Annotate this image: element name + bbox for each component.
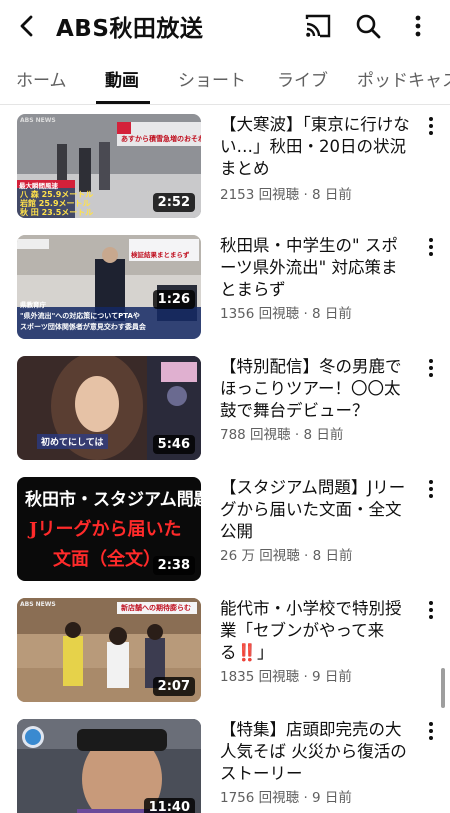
tab-home[interactable]: ホーム bbox=[16, 66, 67, 91]
thumbnail-line: スポーツ団体関係者が意見交わす委員会 bbox=[20, 323, 146, 331]
video-meta: 2153 回視聴 · 8 日前 bbox=[220, 187, 352, 203]
video-item[interactable]: 11:40 【特集】店頭即完売の大人気そば 火災から復活のストーリー 1756 … bbox=[0, 716, 450, 813]
tab-podcasts[interactable]: ポッドキャスト bbox=[357, 66, 450, 91]
more-vert-icon[interactable] bbox=[424, 358, 438, 378]
video-title[interactable]: 【大寒波】「東京に行けない…」秋田・20日の状況まとめ bbox=[220, 114, 410, 180]
tab-live[interactable]: ライブ bbox=[277, 66, 328, 91]
channel-title: ABS秋田放送 bbox=[56, 16, 204, 42]
thumbnail-headline: 文面（全文） bbox=[53, 549, 161, 570]
video-thumbnail[interactable]: 11:40 bbox=[17, 719, 201, 813]
upload-age: 8 日前 bbox=[312, 187, 352, 203]
video-title[interactable]: 【特集】店頭即完売の大人気そば 火災から復活のストーリー bbox=[220, 719, 410, 785]
view-count: 1356 回視聴 bbox=[220, 306, 300, 322]
video-title[interactable]: 【スタジアム問題】Jリーグから届いた文面・全文公開 bbox=[220, 477, 410, 543]
upload-age: 9 日前 bbox=[312, 669, 352, 685]
video-list: ABS NEWS あすから積雪急増のおそれ 最大瞬間風速 八 森 25.9メート… bbox=[0, 105, 450, 813]
video-item[interactable]: ABS NEWS 新店舗への期待膨らむ 2:07 能代市・小学校で特別授業「セブ… bbox=[0, 595, 450, 705]
video-meta: 1356 回視聴 · 8 日前 bbox=[220, 306, 352, 322]
video-duration: 2:07 bbox=[152, 677, 195, 696]
scrollbar-thumb[interactable] bbox=[441, 668, 445, 708]
more-vert-icon[interactable] bbox=[408, 12, 428, 40]
view-count: 2153 回視聴 bbox=[220, 187, 300, 203]
video-thumbnail[interactable]: 県教育庁 検証結果まとまらず "県外流出"への対応策についてPTAや スポーツ団… bbox=[17, 235, 201, 339]
view-count: 788 回視聴 bbox=[220, 427, 291, 443]
view-count: 1756 回視聴 bbox=[220, 790, 300, 806]
channel-tabs: ホーム 動画 ショート ライブ ポッドキャスト bbox=[0, 58, 450, 105]
app-bar: ABS秋田放送 bbox=[0, 0, 450, 52]
video-item[interactable]: ABS NEWS あすから積雪急増のおそれ 最大瞬間風速 八 森 25.9メート… bbox=[0, 111, 450, 221]
back-arrow-icon[interactable] bbox=[14, 12, 42, 40]
more-vert-icon[interactable] bbox=[424, 600, 438, 620]
video-thumbnail[interactable]: ABS NEWS 新店舗への期待膨らむ 2:07 bbox=[17, 598, 201, 702]
video-duration: 5:46 bbox=[152, 435, 195, 454]
video-duration: 2:38 bbox=[152, 556, 195, 575]
video-meta: 1835 回視聴 · 9 日前 bbox=[220, 669, 352, 685]
search-icon[interactable] bbox=[354, 12, 382, 40]
more-vert-icon[interactable] bbox=[424, 116, 438, 136]
upload-age: 8 日前 bbox=[312, 548, 353, 564]
upload-age: 8 日前 bbox=[303, 427, 344, 443]
video-title[interactable]: 能代市・小学校で特別授業「セブンがやって来る‼️」 bbox=[220, 598, 410, 664]
news-logo: ABS NEWS bbox=[20, 117, 56, 124]
thumbnail-caption: 検証結果まとまらず bbox=[131, 251, 190, 259]
thumbnail-caption: あすから積雪急増のおそれ bbox=[121, 135, 201, 143]
upload-age: 8 日前 bbox=[312, 306, 352, 322]
video-duration: 2:52 bbox=[152, 193, 195, 212]
thumbnail-headline: Jリーグから届いた bbox=[29, 519, 182, 540]
video-title[interactable]: 【特別配信】冬の男鹿でほっこりツアー！〇〇太鼓で舞台デビュー？ bbox=[220, 356, 410, 422]
more-vert-icon[interactable] bbox=[424, 479, 438, 499]
video-item[interactable]: 県教育庁 検証結果まとまらず "県外流出"への対応策についてPTAや スポーツ団… bbox=[0, 232, 450, 342]
video-meta: 1756 回視聴 · 9 日前 bbox=[220, 790, 352, 806]
more-vert-icon[interactable] bbox=[424, 721, 438, 741]
view-count: 26 万 回視聴 bbox=[220, 548, 300, 564]
video-thumbnail[interactable]: 秋田市・スタジアム問題 Jリーグから届いた 文面（全文） 2:38 bbox=[17, 477, 201, 581]
active-tab-indicator bbox=[96, 101, 150, 104]
video-item[interactable]: 初めてにしては 5:46 【特別配信】冬の男鹿でほっこりツアー！〇〇太鼓で舞台デ… bbox=[0, 353, 450, 463]
tab-videos[interactable]: 動画 bbox=[105, 66, 139, 91]
more-vert-icon[interactable] bbox=[424, 237, 438, 257]
cast-icon[interactable] bbox=[304, 13, 332, 39]
thumbnail-line: "県外流出"への対応策についてPTAや bbox=[20, 312, 140, 320]
thumbnail-badge: 県教育庁 bbox=[20, 301, 46, 309]
thumbnail-caption: 新店舗への期待膨らむ bbox=[121, 604, 191, 612]
video-title[interactable]: 秋田県・中学生の" スポーツ県外流出" 対応策まとまらず bbox=[220, 235, 410, 301]
view-count: 1835 回視聴 bbox=[220, 669, 300, 685]
tab-shorts[interactable]: ショート bbox=[178, 66, 246, 91]
news-logo: ABS NEWS bbox=[20, 601, 56, 608]
video-meta: 26 万 回視聴 · 8 日前 bbox=[220, 548, 353, 564]
video-duration: 11:40 bbox=[143, 798, 195, 813]
upload-age: 9 日前 bbox=[312, 790, 352, 806]
thumbnail-line: 秋 田 23.5メートル bbox=[20, 208, 94, 217]
video-meta: 788 回視聴 · 8 日前 bbox=[220, 427, 344, 443]
video-thumbnail[interactable]: 初めてにしては 5:46 bbox=[17, 356, 201, 460]
video-duration: 1:26 bbox=[152, 290, 195, 309]
video-thumbnail[interactable]: ABS NEWS あすから積雪急増のおそれ 最大瞬間風速 八 森 25.9メート… bbox=[17, 114, 201, 218]
thumbnail-caption: 初めてにしては bbox=[37, 434, 108, 449]
thumbnail-headline: 秋田市・スタジアム問題 bbox=[25, 490, 201, 510]
video-item[interactable]: 秋田市・スタジアム問題 Jリーグから届いた 文面（全文） 2:38 【スタジアム… bbox=[0, 474, 450, 584]
